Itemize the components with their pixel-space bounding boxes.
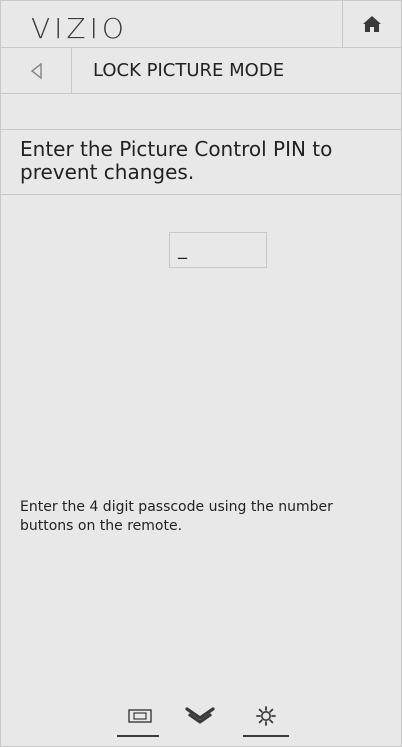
- back-button[interactable]: [1, 48, 72, 93]
- help-text: Enter the 4 digit passcode using the num…: [20, 499, 333, 534]
- settings-button[interactable]: [244, 697, 288, 735]
- back-arrow-icon: [29, 61, 43, 80]
- menu-title-bar: LOCK PICTURE MODE: [1, 48, 401, 94]
- chevron-down-icon: [183, 706, 217, 726]
- input-button[interactable]: [119, 697, 163, 735]
- menu-down-button[interactable]: [178, 697, 222, 735]
- home-button[interactable]: [342, 1, 401, 47]
- bottom-navigation: [1, 697, 401, 742]
- instruction-text: Enter the Picture Control PIN to prevent…: [20, 137, 333, 184]
- input-underline: [117, 735, 159, 737]
- home-icon: [362, 15, 382, 33]
- input-icon: [125, 706, 157, 726]
- pin-value: _: [178, 239, 187, 260]
- settings-underline: [243, 735, 289, 737]
- header: VIZIO: [1, 1, 401, 48]
- page-title: LOCK PICTURE MODE: [93, 60, 285, 81]
- settings-icon: [255, 705, 277, 727]
- vizio-logo: VIZIO: [31, 12, 128, 45]
- pin-input[interactable]: _: [169, 232, 267, 268]
- vizio-settings-panel: VIZIO LOCK PICTURE MODE Enter the Pictur…: [0, 0, 402, 747]
- instruction-row: Enter the Picture Control PIN to prevent…: [1, 129, 401, 195]
